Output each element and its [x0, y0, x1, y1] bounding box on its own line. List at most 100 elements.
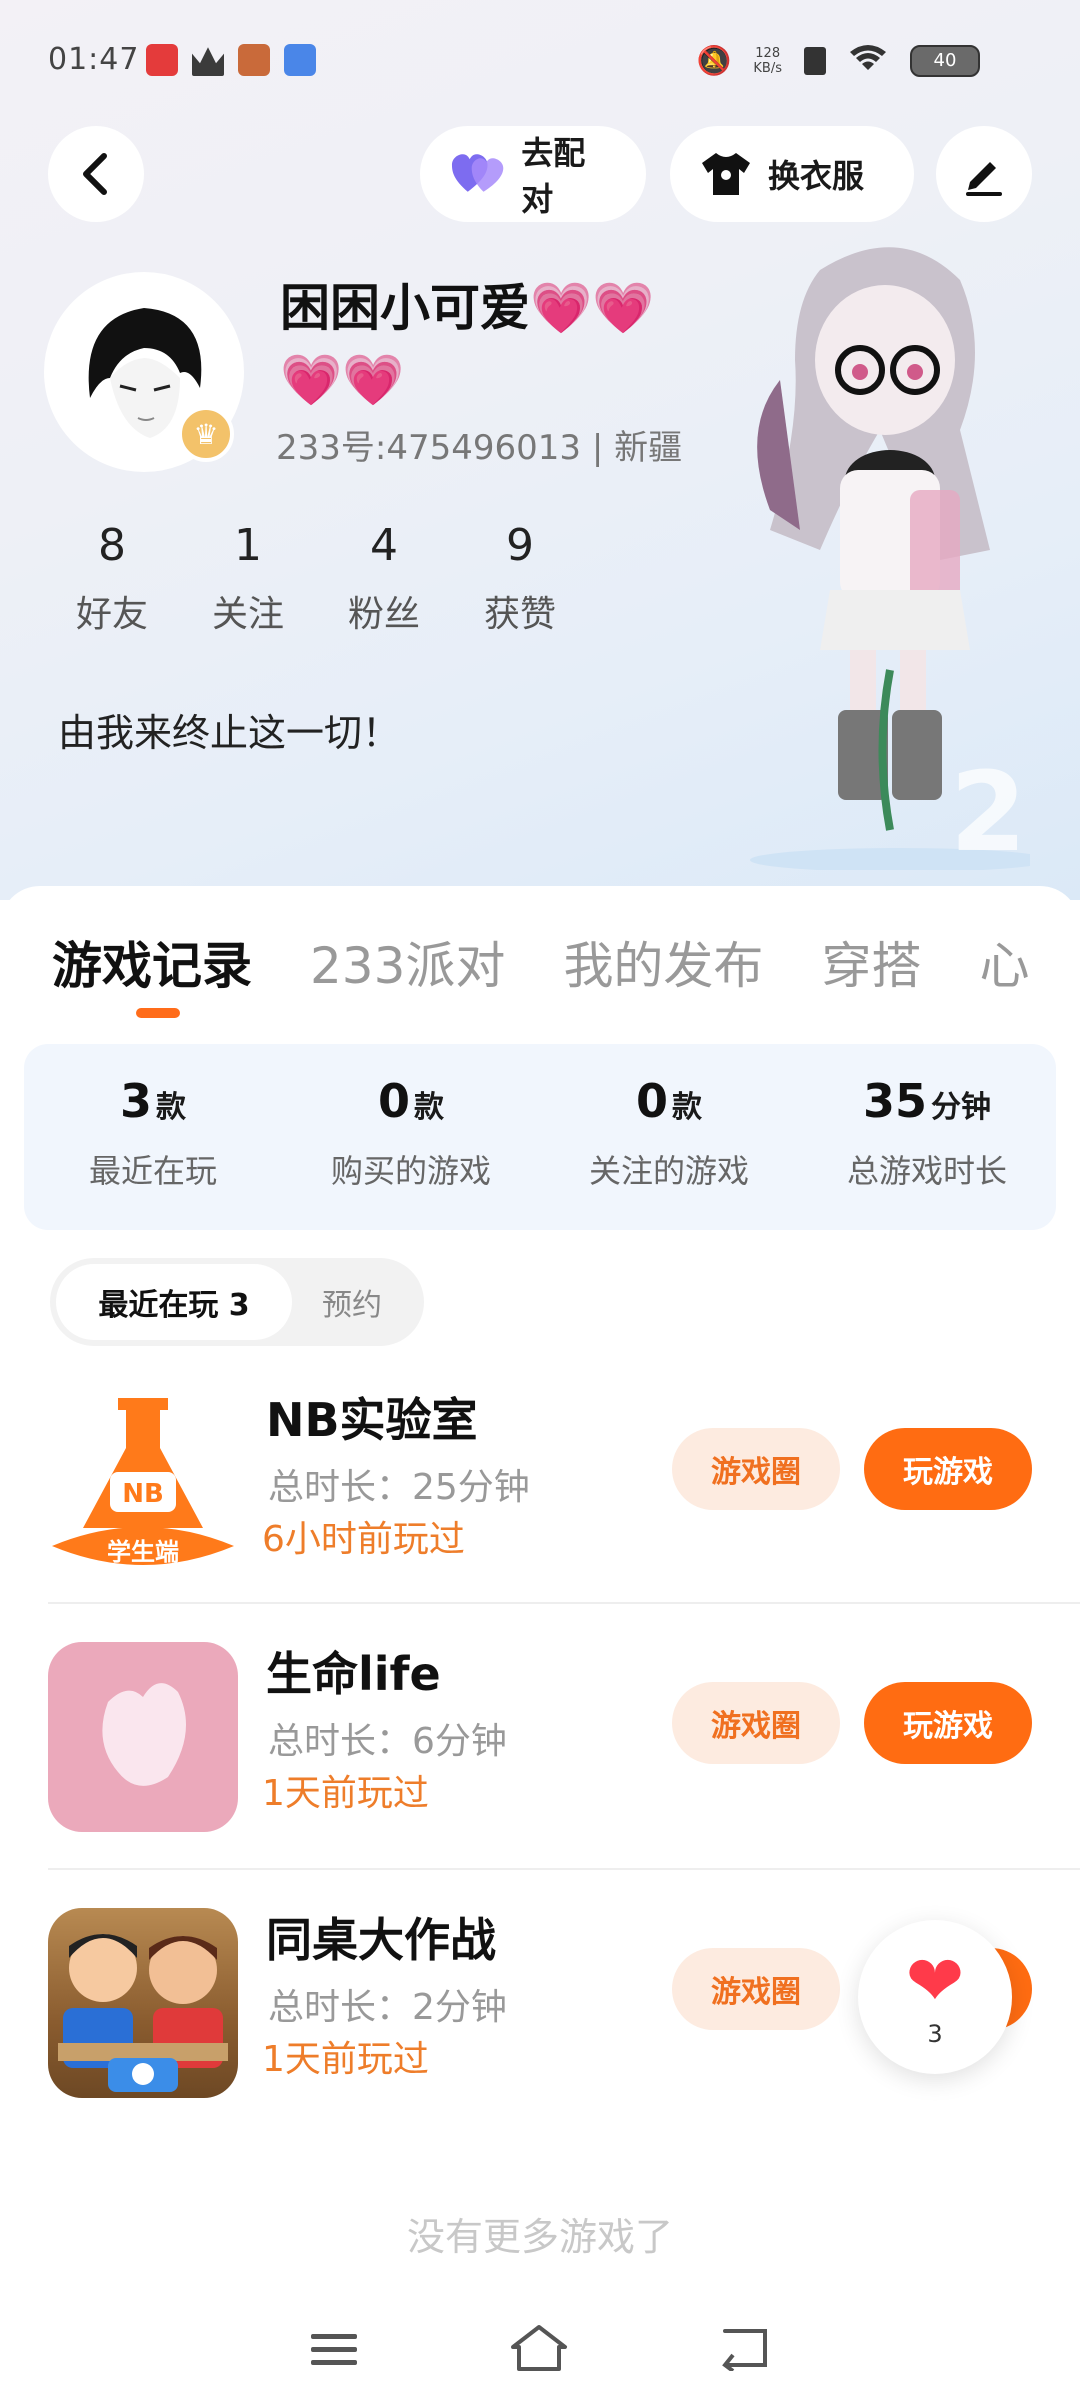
nb-icon-text: NB [122, 1479, 164, 1509]
mute-icon: 🔕 [696, 44, 732, 77]
sim-icon [804, 46, 826, 75]
game-circle-button[interactable]: 游戏圈 [672, 1948, 840, 2030]
summary-total-time: 35 分钟 总游戏时长 [798, 1044, 1056, 1230]
content-card: 游戏记录 233派对 我的发布 穿搭 心 3款 最近在玩 0款 购买的游戏 0款… [0, 886, 1080, 2408]
stat-label: 获赞 [483, 594, 556, 635]
game-duration: 总时长：6分钟 [268, 1721, 507, 1762]
stat-following[interactable]: 1 关注 [180, 520, 316, 637]
game-last-played: 1天前玩过 [262, 2039, 429, 2080]
network-speed-unit: KB/s [753, 60, 782, 76]
summary-label: 关注的游戏 [588, 1152, 749, 1190]
summary-value: 0 [635, 1074, 668, 1128]
tshirt-icon [702, 153, 750, 195]
game-last-played: 1天前玩过 [262, 1773, 429, 1814]
calendar-notification-icon [284, 44, 316, 76]
filter-recent-playing[interactable]: 最近在玩 3 [56, 1264, 292, 1340]
stat-value: 1 [234, 520, 262, 571]
active-tab-indicator [136, 1008, 180, 1018]
stat-friends[interactable]: 8 好友 [44, 520, 180, 637]
profile-nickname: 困困小可爱💗💗 💗💗 [280, 272, 700, 416]
wifi-icon [848, 42, 888, 79]
game-list-item[interactable]: NB 学生端 NB实验室 总时长：25分钟 6小时前玩过 游戏圈 玩游戏 [0, 1384, 1080, 1624]
game-icon-life [48, 1642, 238, 1832]
summary-value: 35 [862, 1074, 927, 1128]
summary-label: 总游戏时长 [846, 1152, 1007, 1190]
status-right-icons: 🔕 128 KB/s 40 [697, 42, 980, 79]
back-nav-icon[interactable] [719, 2325, 771, 2383]
stat-label: 关注 [211, 594, 284, 635]
list-divider [48, 1868, 1080, 1870]
summary-recent: 3款 最近在玩 [24, 1044, 282, 1230]
game-last-played: 6小时前玩过 [262, 1519, 465, 1560]
profile-bio: 由我来终止这一切！ [58, 711, 401, 755]
stat-value: 8 [98, 520, 126, 571]
summary-followed: 0款 关注的游戏 [540, 1044, 798, 1230]
nickname-hearts-2: 💗💗 [280, 351, 405, 409]
stat-value: 4 [370, 520, 398, 571]
play-game-button[interactable]: 玩游戏 [864, 1682, 1032, 1764]
network-speed-value: 128 [755, 45, 781, 61]
heart-icon: ❤ [905, 1940, 965, 2022]
game-circle-button[interactable]: 游戏圈 [672, 1428, 840, 1510]
summary-value: 3 [119, 1074, 152, 1128]
game-title: 生命life [266, 1647, 441, 1701]
menu-icon[interactable] [309, 2326, 359, 2382]
system-navigation-bar [0, 2300, 1080, 2408]
game-title: 同桌大作战 [266, 1913, 496, 1967]
stat-label: 好友 [75, 594, 148, 635]
status-bar: 01:47 🔕 128 KB/s 40 [0, 0, 1080, 120]
tab-more[interactable]: 心 [979, 926, 1029, 998]
tab-my-posts[interactable]: 我的发布 [563, 926, 763, 998]
edit-profile-button[interactable] [936, 126, 1032, 222]
stat-likes[interactable]: 9 获赞 [452, 520, 588, 637]
chevron-left-icon [83, 153, 107, 195]
summary-unit: 分钟 [931, 1090, 991, 1125]
profile-stats: 8 好友 1 关注 4 粉丝 9 获赞 [44, 520, 588, 637]
tab-233-party[interactable]: 233派对 [310, 926, 505, 998]
app-notification-icon [146, 44, 178, 76]
game-duration: 总时长：2分钟 [268, 1987, 507, 2028]
profile-tabs: 游戏记录 233派对 我的发布 穿搭 心 [52, 926, 1029, 998]
list-divider [48, 1602, 1080, 1604]
battery-indicator: 40 [910, 44, 980, 77]
avatar-character-image[interactable]: 233 [700, 230, 1030, 870]
game-duration: 总时长：25分钟 [268, 1467, 530, 1508]
game-list-item[interactable]: 生命life 总时长：6分钟 1天前玩过 游戏圈 玩游戏 [0, 1638, 1080, 1878]
user-id-location: 233号:475496013 | 新疆 [276, 428, 683, 468]
match-button[interactable]: 去配对 [420, 126, 646, 222]
summary-label: 最近在玩 [88, 1152, 217, 1190]
summary-label: 购买的游戏 [330, 1152, 491, 1190]
status-time: 01:47 [48, 42, 140, 77]
summary-unit: 款 [156, 1090, 186, 1125]
game-title: NB实验室 [266, 1393, 478, 1447]
stat-fans[interactable]: 4 粉丝 [316, 520, 452, 637]
tab-game-records[interactable]: 游戏记录 [52, 926, 252, 998]
nickname-hearts-1: 💗💗 [530, 279, 655, 337]
network-speed: 128 KB/s [753, 46, 782, 76]
filter-reserved[interactable]: 预约 [292, 1264, 412, 1340]
game-icon-desk-battle [48, 1908, 238, 2098]
no-more-games-text: 没有更多游戏了 [406, 2215, 673, 2259]
play-game-button[interactable]: 玩游戏 [864, 1428, 1032, 1510]
game-icon-nb-lab: NB 学生端 [48, 1388, 238, 1578]
back-button[interactable] [48, 126, 144, 222]
double-heart-icon [451, 154, 504, 192]
pencil-icon [966, 162, 1002, 196]
game-filter-toggle: 最近在玩 3 预约 [50, 1258, 424, 1346]
home-icon[interactable] [509, 2323, 569, 2385]
like-count: 3 [927, 2020, 943, 2048]
like-floating-button[interactable]: ❤ 3 [858, 1920, 1012, 2074]
game-circle-button[interactable]: 游戏圈 [672, 1682, 840, 1764]
stat-label: 粉丝 [347, 594, 420, 635]
nickname-text: 困困小可爱 [280, 279, 530, 337]
stat-value: 9 [506, 520, 534, 571]
tab-outfits[interactable]: 穿搭 [821, 926, 921, 998]
status-app-icons [146, 44, 316, 76]
summary-value: 0 [377, 1074, 410, 1128]
change-outfit-button[interactable]: 换衣服 [670, 126, 914, 222]
summary-purchased: 0款 购买的游戏 [282, 1044, 540, 1230]
game-notification-icon [238, 44, 270, 76]
crown-notification-icon [192, 47, 224, 76]
svg-text:233: 233 [950, 748, 1030, 870]
match-button-label: 去配对 [521, 134, 586, 218]
